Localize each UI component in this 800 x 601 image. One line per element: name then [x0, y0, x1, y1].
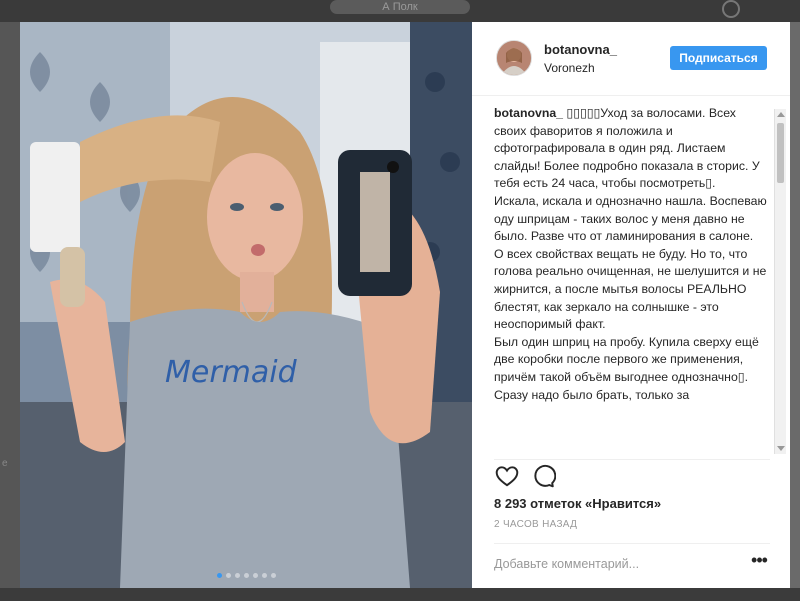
caption-paragraph: Сразу надо было брать, только за: [494, 387, 690, 402]
caption-scrollbar[interactable]: [774, 109, 786, 454]
author-location[interactable]: Voronezh: [544, 61, 595, 75]
likes-count[interactable]: 8 293 отметок «Нравится»: [494, 496, 661, 511]
avatar[interactable]: [496, 40, 532, 76]
caption-username[interactable]: botanovna_: [494, 106, 563, 120]
background-pill: А Полк: [330, 0, 470, 14]
shirt-print: Mermaid: [165, 355, 298, 390]
post-modal: Mermaid botanovna_ Voronezh Подписаться …: [20, 22, 790, 588]
selfie-photo-icon: Mermaid: [20, 22, 472, 588]
scroll-thumb[interactable]: [777, 123, 784, 183]
scroll-down-icon[interactable]: [777, 446, 785, 451]
background-pill-label: А Полк: [382, 1, 418, 13]
carousel-dot[interactable]: [261, 573, 267, 578]
background-circle-icon: [722, 0, 740, 18]
carousel-dot[interactable]: [216, 573, 222, 578]
carousel-dots: [20, 573, 472, 578]
divider: [494, 543, 770, 544]
author-username[interactable]: botanovna_: [544, 42, 617, 57]
carousel-dot[interactable]: [252, 573, 258, 578]
carousel-dot[interactable]: [225, 573, 231, 578]
comment-input[interactable]: [494, 554, 724, 574]
post-timestamp[interactable]: 2 ЧАСОВ НАЗАД: [494, 519, 577, 530]
background-left-column: [0, 22, 20, 592]
post-header: botanovna_ Voronezh Подписаться: [472, 22, 790, 96]
background-side-letter: e: [2, 458, 8, 469]
caption-paragraph: Искала, искала и однозначно нашла. Воспе…: [494, 193, 767, 244]
caption-paragraph: Был один шприц на пробу. Купила сверху е…: [494, 334, 759, 384]
post-side-panel: botanovna_ Voronezh Подписаться botanovn…: [472, 22, 790, 588]
heart-icon[interactable]: [494, 463, 520, 489]
divider: [494, 459, 770, 460]
caption: botanovna_ ▯▯▯▯▯Уход за волосами. Всех с…: [494, 105, 770, 453]
comment-icon[interactable]: [530, 463, 556, 489]
background-bottom-strip: [0, 588, 800, 601]
carousel-dot[interactable]: [270, 573, 276, 578]
scroll-up-icon[interactable]: [777, 112, 785, 117]
caption-paragraph: О всех свойствах вещать не буду. Но то, …: [494, 246, 767, 332]
avatar-image: [497, 41, 531, 75]
carousel-dot[interactable]: [234, 573, 240, 578]
post-photo[interactable]: Mermaid: [20, 22, 472, 588]
carousel-dot[interactable]: [243, 573, 249, 578]
more-options-button[interactable]: •••: [748, 551, 770, 572]
background-right-column: [789, 22, 800, 592]
follow-button[interactable]: Подписаться: [670, 46, 767, 70]
